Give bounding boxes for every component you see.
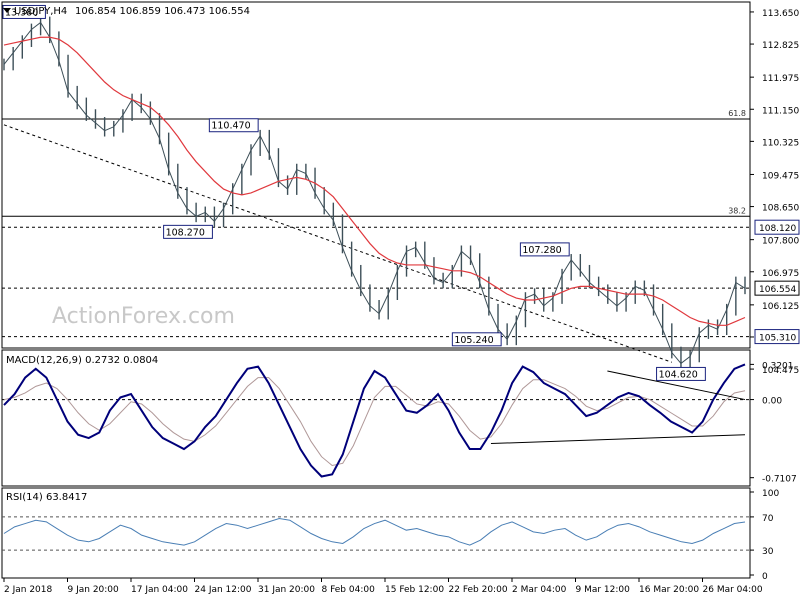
x-axis-tick-label: 9 Jan 20:00: [68, 585, 120, 595]
x-axis-tick-label: 2 Jan 2018: [4, 585, 52, 595]
price-y-tick-label: 111.150: [762, 106, 799, 116]
x-axis-tick-label: 26 Mar 04:00: [703, 585, 763, 595]
x-axis-tick-label: 15 Feb 12:00: [385, 585, 444, 595]
price-annotation-label: 110.470: [211, 121, 250, 132]
macd-line: [3, 363, 746, 478]
price-annotation-label: 108.270: [166, 227, 205, 238]
price-annotation-label: 107.280: [522, 245, 561, 256]
price-y-tick-label: 109.475: [762, 171, 799, 181]
macd-signal-line: [3, 377, 746, 467]
chart-canvas: 61.838.213.380110.470108.270107.280105.2…: [1, 1, 800, 595]
price-y-tick-label: 106.125: [762, 302, 799, 312]
fib-label: 38.2: [728, 206, 746, 215]
price-y-tick-label: 107.800: [762, 237, 799, 247]
price-y-tick-label: 110.325: [762, 138, 799, 148]
x-axis-tick-label: 31 Jan 20:00: [258, 585, 315, 595]
macd-panel-frame: [1, 349, 751, 487]
price-level-tag-label: 108.120: [759, 224, 796, 234]
x-axis-tick-label: 17 Jan 04:00: [131, 585, 188, 595]
price-header-symbol: USDJPY,H4: [14, 6, 67, 17]
macd-trend-line: [490, 434, 746, 445]
price-annotation-label: 104.620: [659, 369, 698, 380]
chart-window: 61.8 38.2 13.380 110.470 108.270 107.280 105.2…: [0, 0, 800, 600]
price-y-tick-label: 106.975: [762, 269, 799, 279]
price-level-tag-label: 106.554: [759, 285, 796, 295]
macd-title: MACD(12,26,9) 0.2732 0.0804: [6, 355, 158, 366]
x-axis-tick-label: 9 Mar 12:00: [576, 585, 631, 595]
price-y-tick-label: 108.650: [762, 204, 799, 214]
price-header-ohlc: 106.854 106.859 106.473 106.554: [75, 6, 250, 17]
price-y-tick-label: 113.650: [762, 9, 799, 19]
x-axis-tick-label: 22 Feb 20:00: [449, 585, 508, 595]
rsi-title: RSI(14) 63.8417: [6, 492, 87, 503]
x-axis-tick-label: 16 Mar 20:00: [639, 585, 699, 595]
macd-y-tick-label: 0.00: [762, 397, 782, 407]
macd-y-tick-label: -0.7107: [762, 475, 797, 485]
rsi-y-tick-label: 70: [762, 514, 774, 524]
x-axis-tick-label: 8 Feb 04:00: [322, 585, 376, 595]
ma-series-line: [3, 36, 746, 326]
rsi-y-tick-label: 100: [762, 489, 779, 499]
x-axis-tick-label: 2 Mar 04:00: [512, 585, 567, 595]
macd-y-tick-label: 0.3201: [762, 361, 794, 371]
rsi-y-tick-label: 30: [762, 547, 774, 557]
price-y-tick-label: 112.825: [762, 41, 799, 51]
watermark: ActionForex.com: [52, 304, 235, 329]
price-panel-frame: [1, 1, 751, 349]
price-y-tick-label: 111.975: [762, 74, 799, 84]
fib-label: 61.8: [728, 109, 746, 118]
price-annotation-label: 105.240: [454, 335, 493, 346]
rsi-y-tick-label: 0: [762, 572, 768, 582]
rsi-line: [3, 518, 746, 546]
x-axis-tick-label: 24 Jan 12:00: [195, 585, 252, 595]
price-level-tag-label: 105.310: [759, 334, 796, 344]
rsi-panel-frame: [1, 487, 751, 579]
